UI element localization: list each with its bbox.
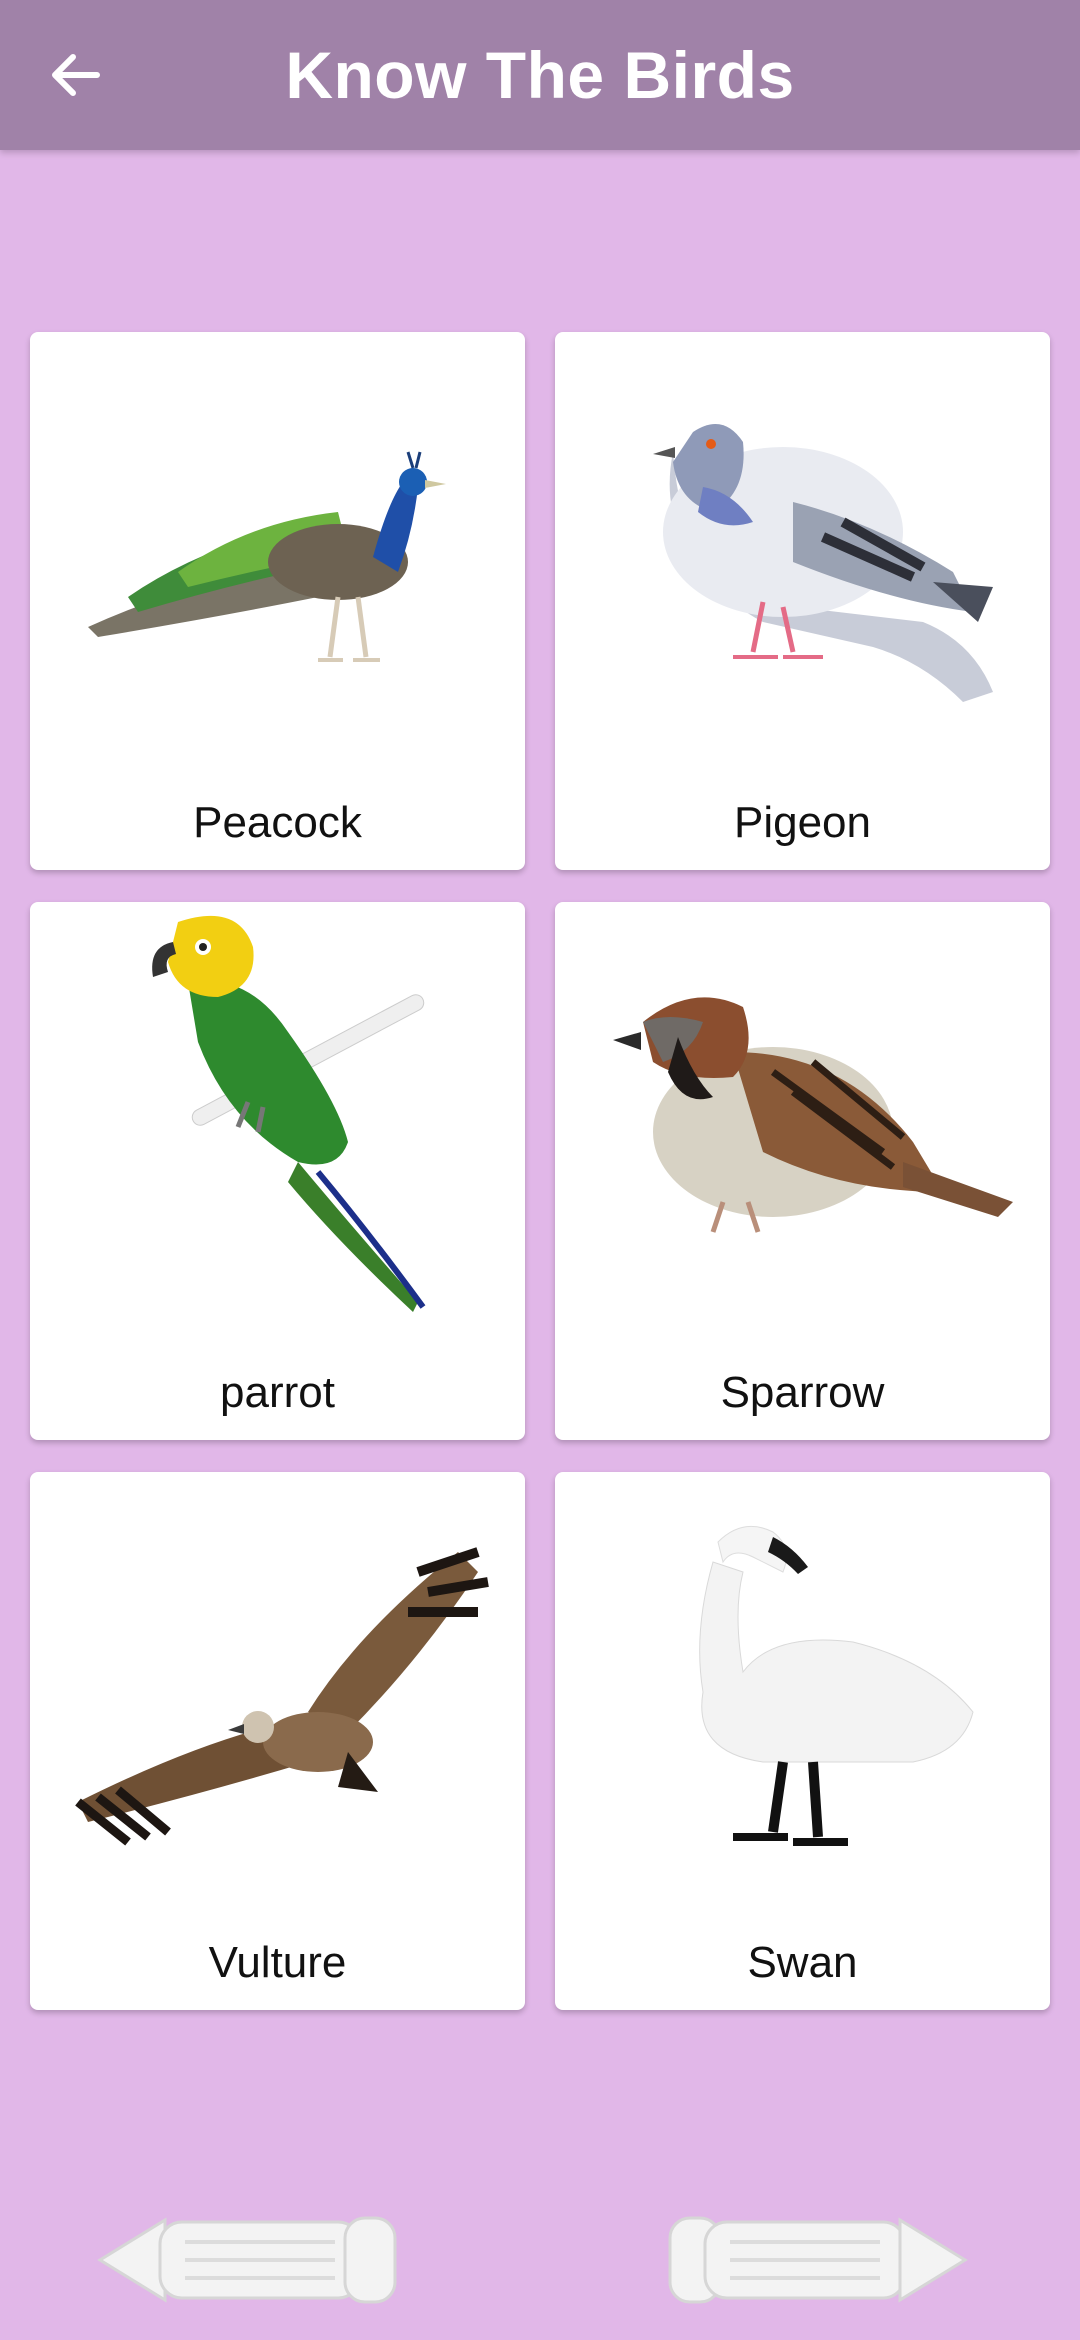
bird-card-vulture[interactable]: Vulture	[30, 1472, 525, 2010]
vulture-image	[30, 1472, 525, 1912]
parrot-image	[30, 902, 525, 1342]
next-button[interactable]	[660, 2210, 980, 2310]
bird-card-swan[interactable]: Swan	[555, 1472, 1050, 2010]
bird-card-pigeon[interactable]: Pigeon	[555, 332, 1050, 870]
previous-arrow-icon	[97, 2216, 397, 2304]
bird-label: Pigeon	[733, 798, 871, 847]
bird-label: parrot	[220, 1368, 335, 1417]
next-arrow-icon	[668, 2216, 968, 2304]
swan-image	[555, 1472, 1050, 1912]
previous-button[interactable]	[90, 2210, 410, 2310]
bird-card-sparrow[interactable]: Sparrow	[555, 902, 1050, 1440]
bird-card-parrot[interactable]: parrot	[30, 902, 525, 1440]
peacock-image	[30, 332, 525, 772]
bird-label: Swan	[747, 1938, 858, 1987]
sparrow-image	[555, 902, 1050, 1342]
bird-card-peacock[interactable]: Peacock	[30, 332, 525, 870]
app-bar: Know The Birds	[0, 0, 1080, 150]
bird-label: Vulture	[208, 1938, 347, 1987]
pigeon-image	[555, 332, 1050, 772]
page-title: Know The Birds	[285, 38, 795, 112]
bird-label: Peacock	[193, 798, 362, 847]
bird-label: Sparrow	[720, 1368, 885, 1417]
